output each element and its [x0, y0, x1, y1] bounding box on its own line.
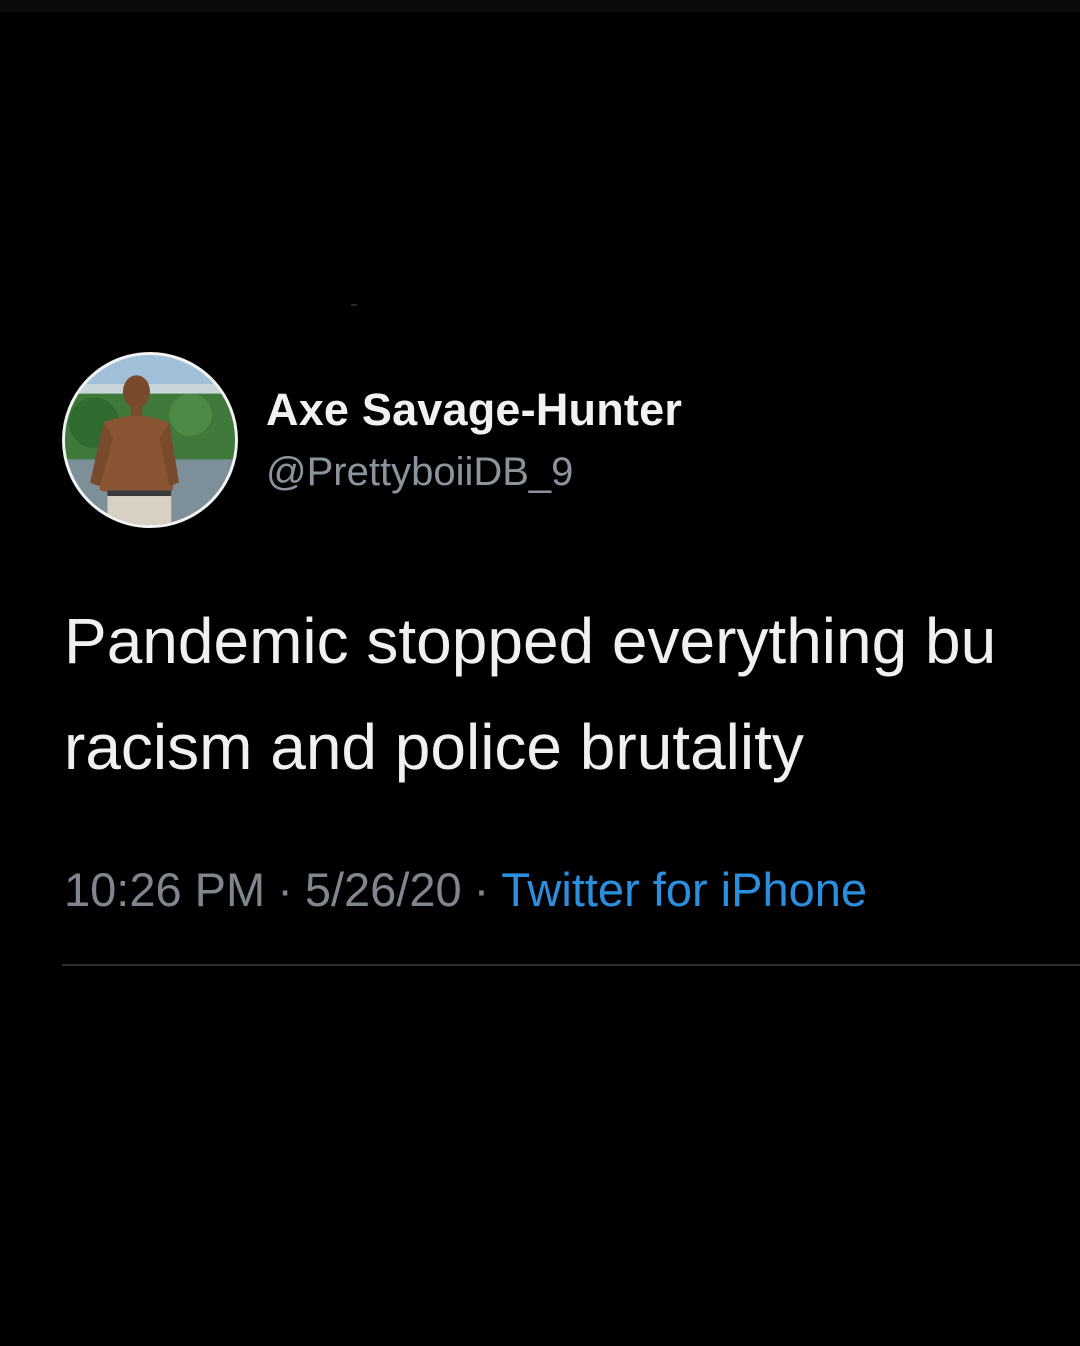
tweet-source-link[interactable]: Twitter for iPhone	[501, 863, 867, 916]
tweet-meta: 10:26 PM · 5/26/20 · Twitter for iPhone	[64, 862, 867, 917]
tweet-text-line: Pandemic stopped everything bu	[64, 605, 997, 677]
tweet-body: Pandemic stopped everything bu racism an…	[64, 588, 1080, 800]
tweet-date: 5/26/20	[304, 863, 462, 916]
meta-separator: ·	[473, 863, 490, 916]
meta-separator: ·	[277, 863, 293, 916]
profile-photo-icon	[65, 355, 235, 525]
tweet-card: Axe Savage-Hunter @PrettyboiiDB_9 Pandem…	[0, 0, 1080, 1346]
tweet-text-line: racism and police brutality	[64, 711, 804, 783]
author-display-name[interactable]: Axe Savage-Hunter	[266, 384, 682, 436]
divider	[62, 964, 1080, 966]
avatar[interactable]	[62, 352, 238, 528]
author-handle[interactable]: @PrettyboiiDB_9	[266, 450, 573, 495]
tweet-time: 10:26 PM	[64, 863, 266, 916]
